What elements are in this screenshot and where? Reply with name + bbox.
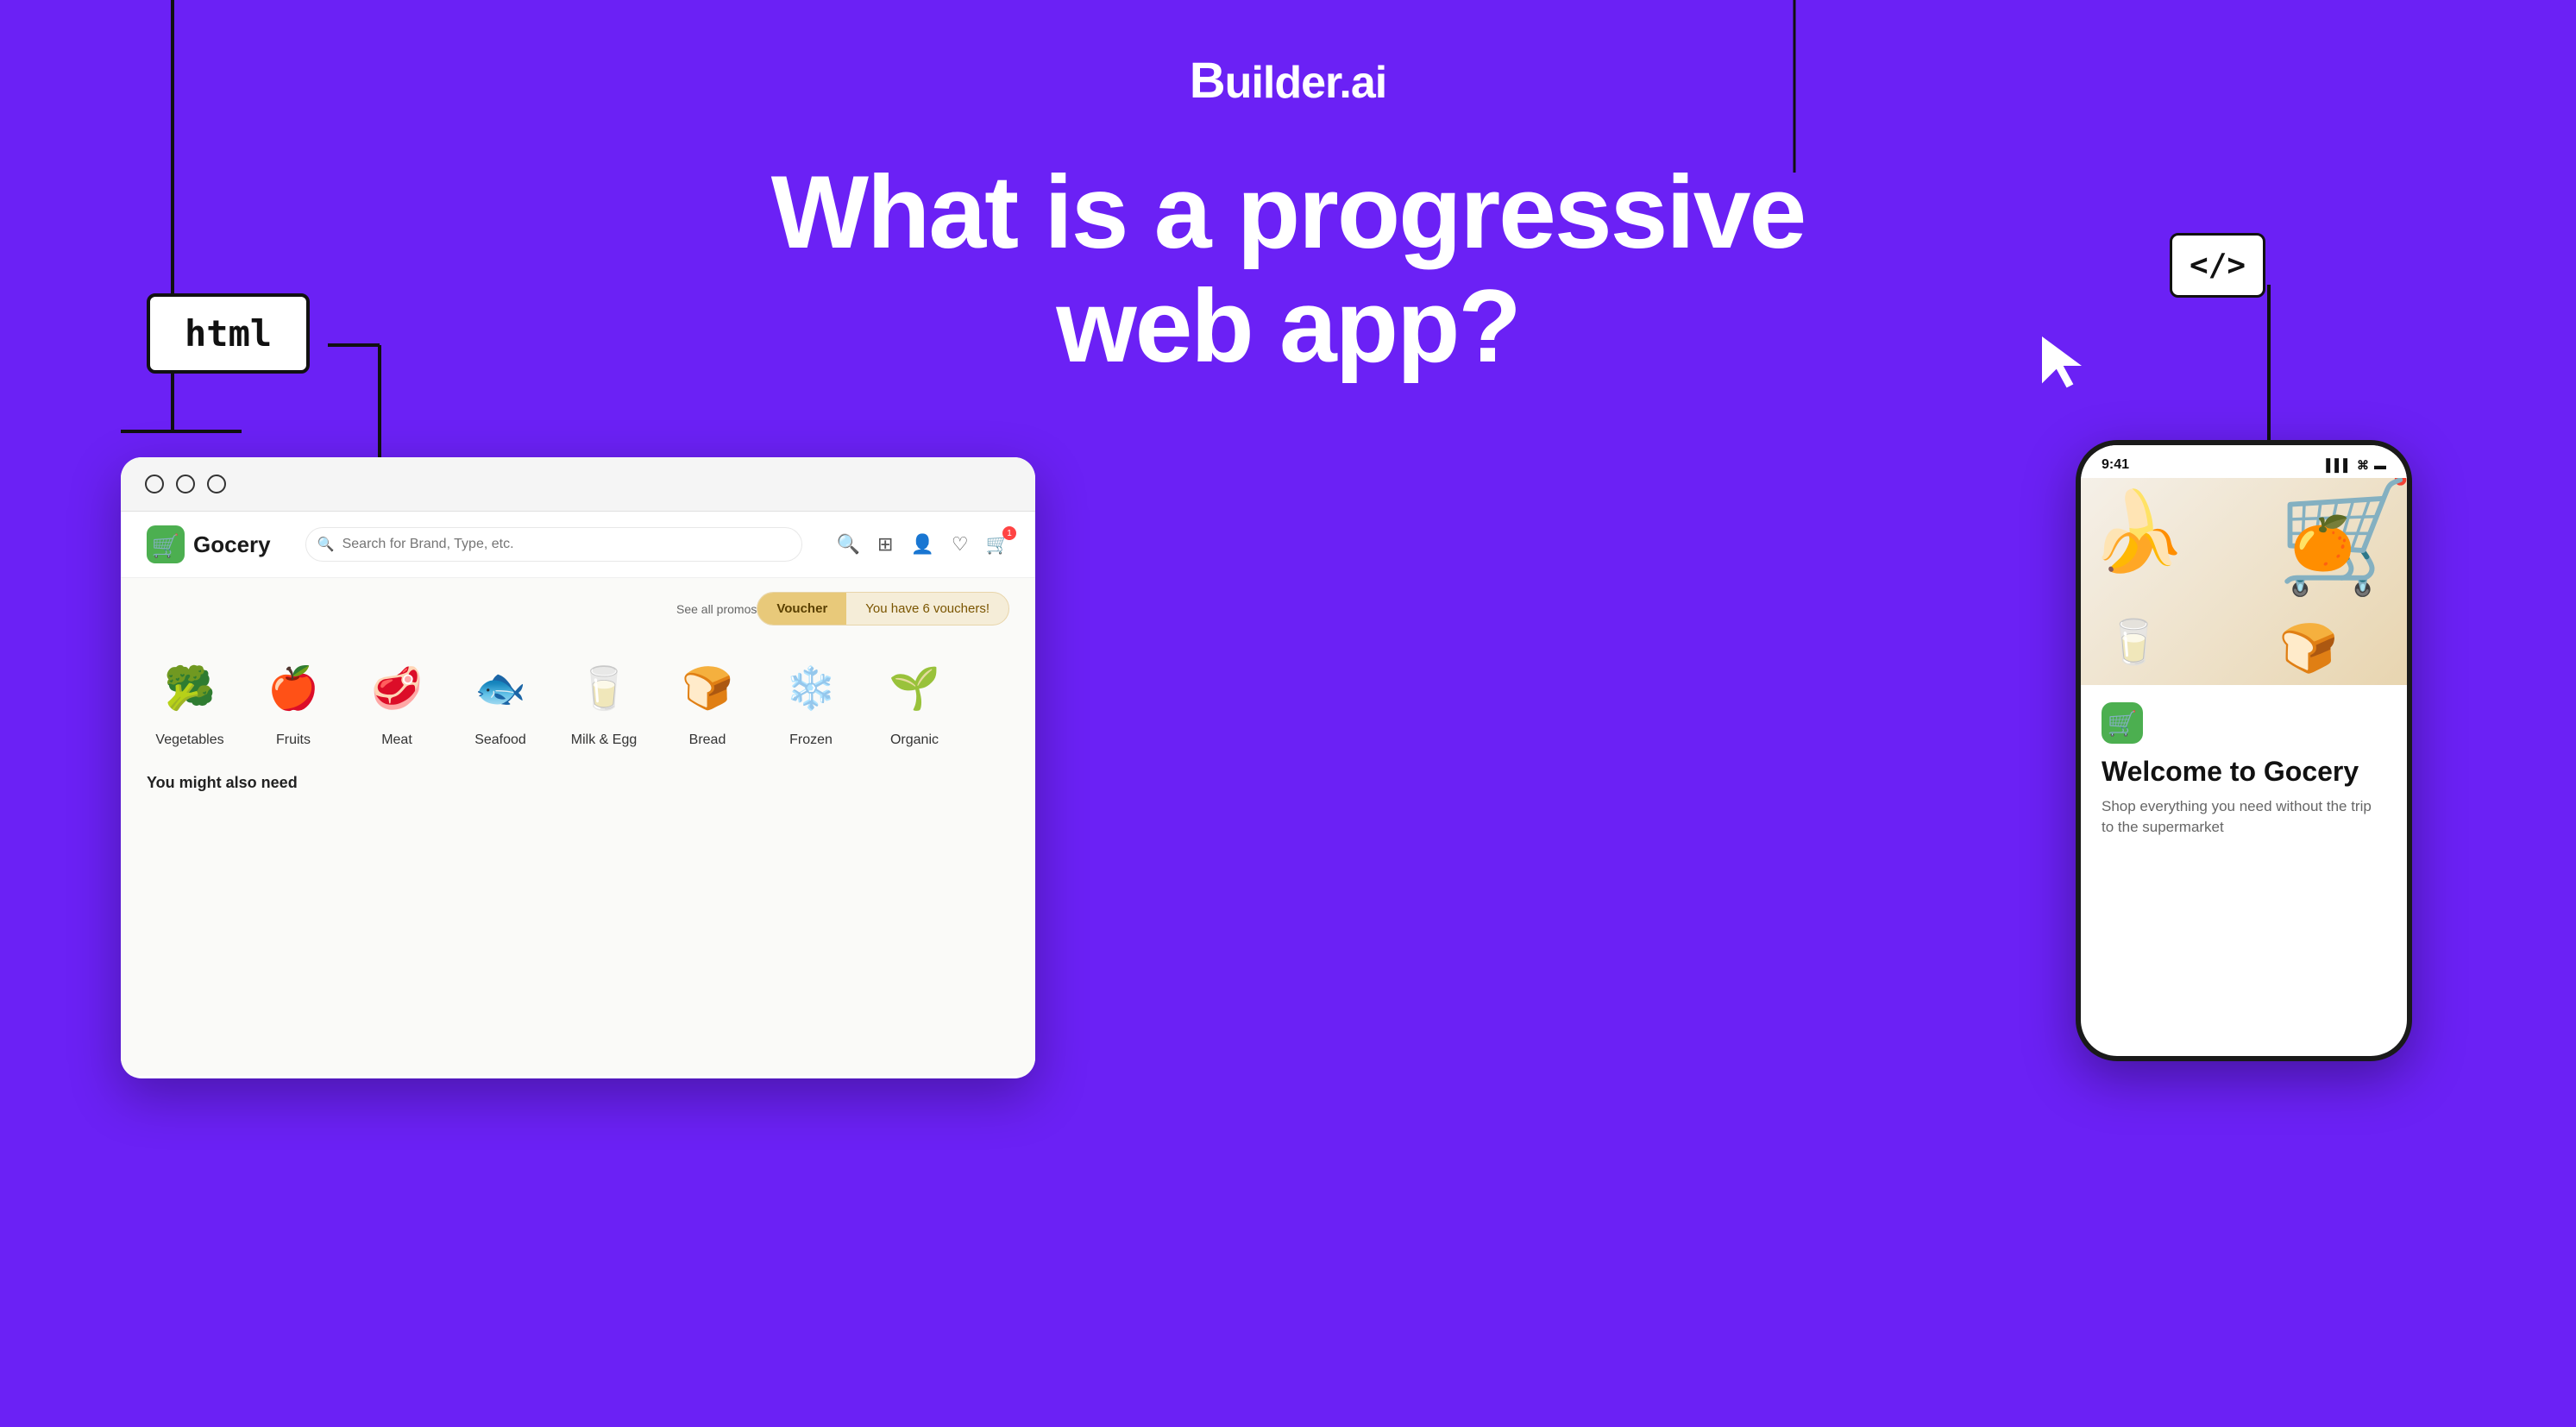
- svg-text:🛒: 🛒: [152, 532, 179, 558]
- phone-welcome-title: Welcome to Gocery: [2102, 756, 2386, 788]
- heading-line2: web app?: [770, 269, 1806, 383]
- cursor-icon: [2041, 336, 2084, 388]
- html-tag-label: html: [185, 312, 272, 355]
- mobile-phone: 9:41 ▌▌▌ ⌘ ▬ 🍌 🛒 🍊 🥛 🍞 🛒 Welcome to Goce…: [2076, 440, 2412, 1061]
- browser-window: 🛒 Gocery 🔍 🔍 ⊞ 👤 ♡ 🛒 1 See all pro: [121, 457, 1035, 1078]
- seafood-label: Seafood: [474, 732, 526, 748]
- heading-line1: What is a progressive: [770, 155, 1806, 269]
- phone-content: 🛒 Welcome to Gocery Shop everything you …: [2081, 685, 2407, 854]
- phone-logo-row: 🛒: [2102, 702, 2386, 744]
- category-meat[interactable]: 🥩 Meat: [345, 653, 449, 748]
- search-input[interactable]: [305, 527, 802, 562]
- banana-emoji: 🍌: [2089, 487, 2186, 577]
- battery-icon: ▬: [2374, 458, 2386, 472]
- gocery-logo-icon: 🛒: [147, 525, 185, 563]
- phone-gocery-icon: 🛒: [2102, 702, 2143, 744]
- browser-dot-3: [207, 475, 226, 493]
- svg-text:🛒: 🛒: [2108, 709, 2138, 738]
- vegetables-label: Vegetables: [155, 732, 223, 748]
- phone-welcome-subtitle: Shop everything you need without the tri…: [2102, 796, 2386, 838]
- fruits-icon: 🍎: [259, 653, 328, 722]
- bread-emoji: 🍞: [2279, 620, 2338, 676]
- category-frozen[interactable]: ❄️ Frozen: [759, 653, 863, 748]
- voucher-banner[interactable]: Voucher You have 6 vouchers!: [757, 592, 1009, 625]
- gocery-app-name: Gocery: [193, 531, 271, 558]
- milk-egg-icon: 🥛: [569, 653, 638, 722]
- phone-hero-image: 🍌 🛒 🍊 🥛 🍞: [2081, 478, 2407, 685]
- search-icon-nav[interactable]: 🔍: [837, 533, 860, 556]
- main-heading: What is a progressive web app?: [770, 155, 1806, 383]
- html-tag-box: html: [147, 293, 310, 374]
- phone-time: 9:41: [2102, 457, 2129, 473]
- you-might-label: You might also need: [121, 765, 1035, 801]
- gocery-logo-area: 🛒 Gocery: [147, 525, 271, 563]
- phone-status-bar: 9:41 ▌▌▌ ⌘ ▬: [2081, 445, 2407, 478]
- wifi-icon: ⌘: [2357, 458, 2369, 473]
- builder-logo: Builder.ai: [1190, 52, 1386, 110]
- category-seafood[interactable]: 🐟 Seafood: [449, 653, 552, 748]
- gocery-navbar: 🛒 Gocery 🔍 🔍 ⊞ 👤 ♡ 🛒 1: [121, 512, 1035, 578]
- milk-emoji: 🥛: [2107, 617, 2160, 668]
- voucher-label: Voucher: [757, 593, 846, 625]
- browser-dot-1: [145, 475, 164, 493]
- search-icon-small: 🔍: [317, 536, 335, 553]
- category-vegetables[interactable]: 🥦 Vegetables: [138, 653, 242, 748]
- cart-badge: 1: [1002, 526, 1016, 540]
- voucher-area: See all promos Voucher You have 6 vouche…: [121, 578, 1035, 632]
- user-icon-nav[interactable]: 👤: [910, 533, 933, 556]
- category-bread[interactable]: 🍞 Bread: [656, 653, 759, 748]
- orange-emoji: 🍊: [2290, 512, 2355, 574]
- browser-titlebar: [121, 457, 1035, 512]
- logo-text: uilder.ai: [1225, 58, 1387, 108]
- frozen-label: Frozen: [789, 732, 832, 748]
- category-fruits[interactable]: 🍎 Fruits: [242, 653, 345, 748]
- code-tag-box: </>: [2170, 233, 2265, 298]
- milk-egg-label: Milk & Egg: [571, 732, 637, 748]
- voucher-text: You have 6 vouchers!: [846, 593, 1008, 625]
- builder-logo-area: Builder.ai: [1190, 52, 1386, 110]
- signal-icon: ▌▌▌: [2326, 458, 2352, 472]
- frozen-icon: ❄️: [776, 653, 845, 722]
- meat-label: Meat: [381, 732, 412, 748]
- organic-icon: 🌱: [880, 653, 949, 722]
- bread-label: Bread: [689, 732, 726, 748]
- logo-b: B: [1190, 53, 1225, 109]
- bread-icon: 🍞: [673, 653, 742, 722]
- heart-icon-nav[interactable]: ♡: [952, 533, 969, 556]
- categories-row: 🥦 Vegetables 🍎 Fruits 🥩 Meat 🐟 Seafood 🥛…: [121, 632, 1035, 765]
- gocery-search-area[interactable]: 🔍: [305, 527, 802, 562]
- fruits-label: Fruits: [276, 732, 311, 748]
- phone-status-icons: ▌▌▌ ⌘ ▬: [2326, 458, 2386, 473]
- category-milk-egg[interactable]: 🥛 Milk & Egg: [552, 653, 656, 748]
- cart-icon-wrapper[interactable]: 🛒 1: [986, 533, 1009, 556]
- browser-content: 🛒 Gocery 🔍 🔍 ⊞ 👤 ♡ 🛒 1 See all pro: [121, 512, 1035, 1076]
- category-organic[interactable]: 🌱 Organic: [863, 653, 966, 748]
- browser-dot-2: [176, 475, 195, 493]
- see-all-promos[interactable]: See all promos: [663, 602, 757, 616]
- nav-icons-group: 🔍 ⊞ 👤 ♡ 🛒 1: [837, 533, 1009, 556]
- vegetables-icon: 🥦: [155, 653, 224, 722]
- meat-icon: 🥩: [362, 653, 431, 722]
- organic-label: Organic: [890, 732, 939, 748]
- code-tag-label: </>: [2190, 248, 2246, 283]
- seafood-icon: 🐟: [466, 653, 535, 722]
- grid-icon-nav[interactable]: ⊞: [877, 533, 893, 556]
